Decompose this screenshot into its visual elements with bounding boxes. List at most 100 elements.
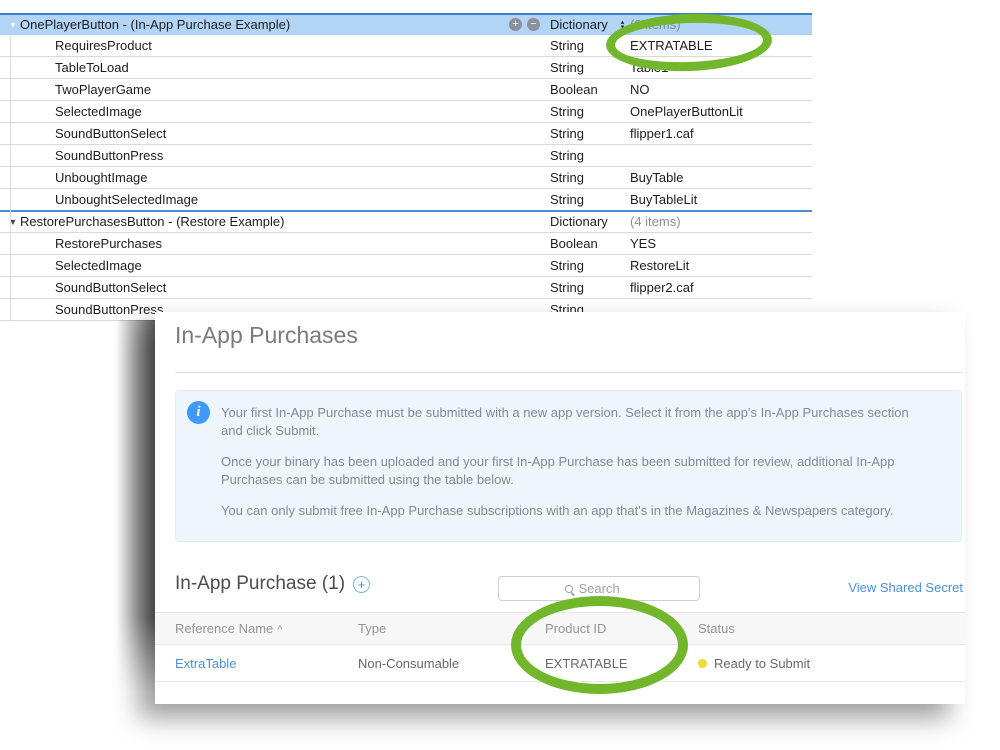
plist-value-cell[interactable]: OnePlayerButtonLit <box>630 101 812 122</box>
plist-type-label: String <box>550 278 584 298</box>
plist-value-label: RestoreLit <box>630 256 689 276</box>
info-paragraph-1: Your first In-App Purchase must be submi… <box>221 404 923 440</box>
plist-key-cell: ▼ SoundButtonSelect + − <box>0 123 550 144</box>
status-cell: Ready to Submit <box>698 656 965 671</box>
plist-value-label: BuyTable <box>630 168 683 188</box>
reference-name-link[interactable]: ExtraTable <box>175 656 236 671</box>
plist-key-cell: ▼ SoundButtonSelect + − <box>0 277 550 298</box>
annotation-circle-productid-extratable <box>511 596 688 694</box>
status-dot-icon <box>698 659 707 668</box>
plist-value-cell[interactable]: flipper1.caf <box>630 123 812 144</box>
plist-key-cell: ▼ SelectedImage + − <box>0 255 550 276</box>
plist-type-label: String <box>550 190 584 210</box>
plist-type-cell[interactable]: Boolean ▴▾ <box>550 79 630 100</box>
plist-key-label: UnboughtSelectedImage <box>55 190 198 210</box>
plist-value-cell[interactable]: BuyTableLit <box>630 189 812 210</box>
section-title: In-App Purchase (1) <box>175 573 345 595</box>
plist-type-cell[interactable]: Dictionary ▴▾ <box>550 211 630 232</box>
plist-key-label: SoundButtonSelect <box>55 278 166 298</box>
plist-key-label: TableToLoad <box>55 58 129 78</box>
plist-row[interactable]: ▼ RestorePurchases + − Boolean ▴▾ YES <box>0 233 812 255</box>
plist-type-cell[interactable]: Boolean ▴▾ <box>550 233 630 254</box>
plist-value-cell[interactable]: YES <box>630 233 812 254</box>
plist-key-label: SoundButtonPress <box>55 146 163 166</box>
row-controls: + − <box>509 18 540 31</box>
plist-row[interactable]: ▼ SoundButtonSelect + − String ▴▾ flippe… <box>0 123 812 145</box>
plist-key-label: SoundButtonPress <box>55 300 163 320</box>
disclosure-triangle-icon[interactable]: ▼ <box>6 212 20 232</box>
plist-value-label: BuyTableLit <box>630 190 697 210</box>
plist-key-label: UnboughtImage <box>55 168 148 188</box>
plist-type-cell[interactable]: String ▴▾ <box>550 57 630 78</box>
plist-key-cell: ▼ UnboughtImage + − <box>0 167 550 188</box>
plist-row[interactable]: ▼ UnboughtSelectedImage + − String ▴▾ Bu… <box>0 189 812 211</box>
plist-key-cell: ▼ OnePlayerButton - (In-App Purchase Exa… <box>0 15 550 34</box>
plist-key-cell: ▼ SelectedImage + − <box>0 101 550 122</box>
plist-type-label: String <box>550 146 584 166</box>
plist-key-label: RequiresProduct <box>55 36 152 56</box>
header-reference-name-label: Reference Name <box>175 621 273 636</box>
plist-key-cell: ▼ RequiresProduct + − <box>0 35 550 56</box>
plist-type-cell[interactable]: String ▴▾ <box>550 145 630 166</box>
disclosure-triangle-icon[interactable]: ▼ <box>6 15 20 35</box>
sort-ascending-icon: ^ <box>277 624 282 636</box>
plist-value-label: NO <box>630 80 650 100</box>
header-status[interactable]: Status <box>698 621 965 636</box>
overlay-drop-shadow <box>116 320 156 692</box>
plist-type-cell[interactable]: String ▴▾ <box>550 255 630 276</box>
plist-type-cell[interactable]: String ▴▾ <box>550 101 630 122</box>
plist-key-cell: ▼ RestorePurchasesButton - (Restore Exam… <box>0 211 550 232</box>
plist-type-label: String <box>550 256 584 276</box>
info-paragraph-3: You can only submit free In-App Purchase… <box>221 502 923 520</box>
search-input[interactable] <box>579 581 634 596</box>
plist-type-label: Dictionary <box>550 15 608 35</box>
plist-type-cell[interactable]: String ▴▾ <box>550 123 630 144</box>
plist-value-cell[interactable]: (4 items) <box>630 211 812 232</box>
plist-row[interactable]: ▼ RestorePurchasesButton - (Restore Exam… <box>0 211 812 233</box>
plist-value-label: flipper2.caf <box>630 278 694 298</box>
plist-row[interactable]: ▼ SoundButtonSelect + − String ▴▾ flippe… <box>0 277 812 299</box>
plist-key-label: SelectedImage <box>55 102 142 122</box>
plist-type-label: String <box>550 36 584 56</box>
remove-row-button[interactable]: − <box>527 18 540 31</box>
add-row-button[interactable]: + <box>509 18 522 31</box>
plist-value-cell[interactable]: NO <box>630 79 812 100</box>
plist-gutter-divider <box>10 36 11 322</box>
header-reference-name[interactable]: Reference Name ^ <box>155 621 358 636</box>
plist-key-cell: ▼ SoundButtonPress + − <box>0 145 550 166</box>
plist-row[interactable]: ▼ SelectedImage + − String ▴▾ OnePlayerB… <box>0 101 812 123</box>
plist-type-label: String <box>550 124 584 144</box>
plist-key-cell: ▼ TableToLoad + − <box>0 57 550 78</box>
plist-type-label: Boolean <box>550 234 598 254</box>
plist-key-label: OnePlayerButton - (In-App Purchase Examp… <box>20 15 290 35</box>
plist-type-label: String <box>550 168 584 188</box>
plist-value-label: YES <box>630 234 656 254</box>
plist-value-cell[interactable]: BuyTable <box>630 167 812 188</box>
plist-value-label: (4 items) <box>630 212 681 232</box>
plist-key-label: RestorePurchases <box>55 234 162 254</box>
plist-type-cell[interactable]: String ▴▾ <box>550 189 630 210</box>
plist-row[interactable]: ▼ UnboughtImage + − String ▴▾ BuyTable <box>0 167 812 189</box>
info-icon: i <box>187 401 210 424</box>
plist-type-cell[interactable]: String ▴▾ <box>550 167 630 188</box>
status-badge: Ready to Submit <box>698 656 965 671</box>
plist-key-label: RestorePurchasesButton - (Restore Exampl… <box>20 212 284 232</box>
plist-value-cell[interactable]: RestoreLit <box>630 255 812 276</box>
plist-value-cell[interactable]: flipper2.caf <box>630 277 812 298</box>
title-divider <box>175 372 963 373</box>
plist-key-cell: ▼ TwoPlayerGame + − <box>0 79 550 100</box>
plist-value-label: flipper1.caf <box>630 124 694 144</box>
plist-type-label: String <box>550 58 584 78</box>
plist-row[interactable]: ▼ SelectedImage + − String ▴▾ RestoreLit <box>0 255 812 277</box>
plist-row[interactable]: ▼ TwoPlayerGame + − Boolean ▴▾ NO <box>0 79 812 101</box>
plist-value-cell[interactable] <box>630 145 812 166</box>
view-shared-secret-link[interactable]: View Shared Secret <box>848 580 963 595</box>
plist-key-label: SoundButtonSelect <box>55 124 166 144</box>
plist-type-cell[interactable]: String ▴▾ <box>550 277 630 298</box>
plist-key-label: TwoPlayerGame <box>55 80 151 100</box>
section-header: In-App Purchase (1) + <box>175 573 370 595</box>
plist-type-label: Boolean <box>550 80 598 100</box>
plist-row[interactable]: ▼ SoundButtonPress + − String ▴▾ <box>0 145 812 167</box>
add-purchase-icon[interactable]: + <box>353 576 370 593</box>
plist-key-cell: ▼ RestorePurchases + − <box>0 233 550 254</box>
